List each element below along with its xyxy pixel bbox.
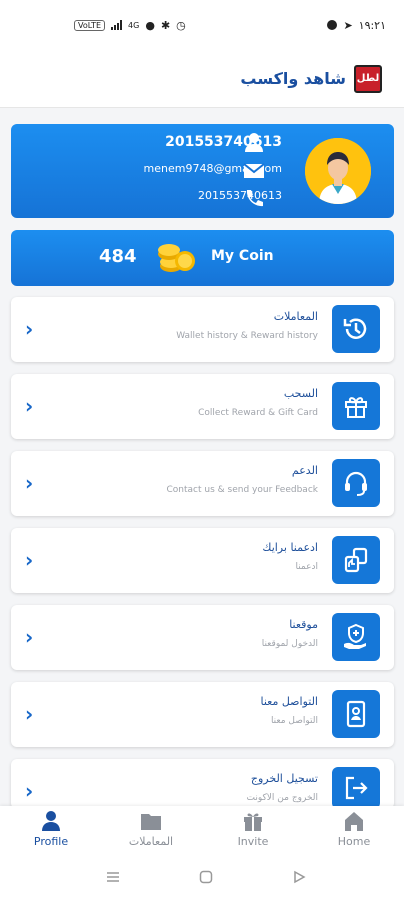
gift-icon (244, 813, 262, 831)
alarm-icon: ◷ (176, 18, 186, 32)
status-time: ١٩:٢١ (358, 18, 386, 32)
nav-label: Profile (33, 835, 69, 848)
recents-menu-icon[interactable] (106, 870, 120, 884)
website-icon (332, 613, 380, 661)
location-icon: ● (145, 18, 155, 32)
menu-item-subtitle: Collect Reward & Gift Card (198, 408, 318, 418)
avatar-image (305, 138, 371, 204)
nav-invite[interactable]: Invite (208, 810, 298, 848)
coins-icon (158, 244, 195, 272)
menu-item-subtitle: التواصل معنا (270, 716, 318, 726)
chevron-right-icon: › (25, 394, 34, 418)
menu-item-transactions[interactable]: › المعاملات Wallet history & Reward hist… (11, 297, 394, 362)
chevron-right-icon: › (25, 625, 34, 649)
chevron-right-icon: › (25, 471, 34, 495)
menu-item-subtitle: Wallet history & Reward history (176, 331, 318, 341)
menu-item-title: السحب (283, 387, 318, 400)
phone-icon (246, 190, 263, 207)
menu-item-title: تسجيل الخروج (250, 772, 318, 785)
chevron-right-icon: › (25, 548, 34, 572)
menu-item-title: المعاملات (273, 310, 318, 323)
menu-item-title: موقعنا (289, 618, 318, 631)
chevron-right-icon: › (25, 317, 34, 341)
status-bar: VoLTE 4G ● ✱ ◷ ➤ ١٩:٢١ (0, 0, 404, 50)
system-navigation-bar (0, 856, 404, 900)
home-icon (345, 812, 363, 831)
bluetooth-icon: ✱ (160, 18, 171, 32)
nav-home[interactable]: Home (309, 810, 399, 848)
avatar[interactable] (305, 138, 371, 204)
gift-icon (332, 382, 380, 430)
chevron-right-icon: › (25, 779, 34, 803)
back-button-icon[interactable] (292, 870, 306, 884)
rate-icon (332, 536, 380, 584)
send-icon: ➤ (343, 18, 353, 32)
app-logo: لطل (354, 64, 382, 93)
menu-item-website[interactable]: › موقعنا الدخول لموقعنا (11, 605, 394, 670)
user-icon (42, 811, 60, 831)
contact-card-icon (332, 690, 380, 738)
user-icon (245, 133, 263, 152)
menu-item-subtitle: Contact us & send your Feedback (166, 485, 318, 495)
coin-amount: 484 (99, 246, 137, 267)
menu-item-title: الدعم (291, 464, 318, 477)
nav-label: Home (337, 835, 371, 848)
network-label: 4G (128, 20, 140, 30)
menu-item-subtitle: الدخول لموقعنا (261, 639, 318, 649)
menu-item-support[interactable]: › الدعم Contact us & send your Feedback (11, 451, 394, 516)
status-left: VoLTE 4G ● ✱ ◷ (74, 19, 186, 32)
coin-label: My Coin (211, 248, 274, 264)
nav-label: المعاملات (128, 835, 174, 848)
menu-item-withdraw[interactable]: › السحب Collect Reward & Gift Card (11, 374, 394, 439)
status-right: ➤ ١٩:٢١ (327, 19, 386, 32)
nav-label: Invite (237, 835, 269, 848)
menu-item-title: التواصل معنا (260, 695, 318, 708)
history-icon (332, 305, 380, 353)
nav-transactions[interactable]: المعاملات (106, 810, 196, 848)
menu-item-logout[interactable]: › تسجيل الخروج الخروج من الاكونت (11, 759, 394, 809)
dnd-icon (327, 20, 338, 30)
chevron-right-icon: › (25, 702, 34, 726)
menu-item-contact[interactable]: › التواصل معنا التواصل معنا (11, 682, 394, 747)
signal-icon (111, 20, 123, 30)
menu-item-title: ادعمنا برايك (262, 541, 318, 554)
volte-badge: VoLTE (74, 19, 106, 31)
coin-card[interactable]: 484 My Coin (11, 230, 394, 286)
headset-icon (332, 459, 380, 507)
folder-icon (141, 814, 161, 830)
bottom-navigation: Profile المعاملات Invite Home (0, 806, 404, 856)
profile-card: 201553740613 menem9748@gmail.com 2015537… (11, 124, 394, 218)
app-header: شاهد واكسب لطل (0, 50, 404, 108)
home-button-icon[interactable] (199, 870, 213, 884)
mail-icon (243, 163, 265, 178)
menu-item-subtitle: الخروج من الاكونت (246, 793, 318, 803)
menu-item-subtitle: ادعمنا (295, 562, 318, 572)
app-title: شاهد واكسب (240, 69, 346, 88)
logout-icon (332, 767, 380, 809)
profile-phone-secondary: 201553740613 (198, 189, 282, 202)
menu-item-rate-us[interactable]: › ادعمنا برايك ادعمنا (11, 528, 394, 593)
nav-profile[interactable]: Profile (6, 810, 96, 848)
